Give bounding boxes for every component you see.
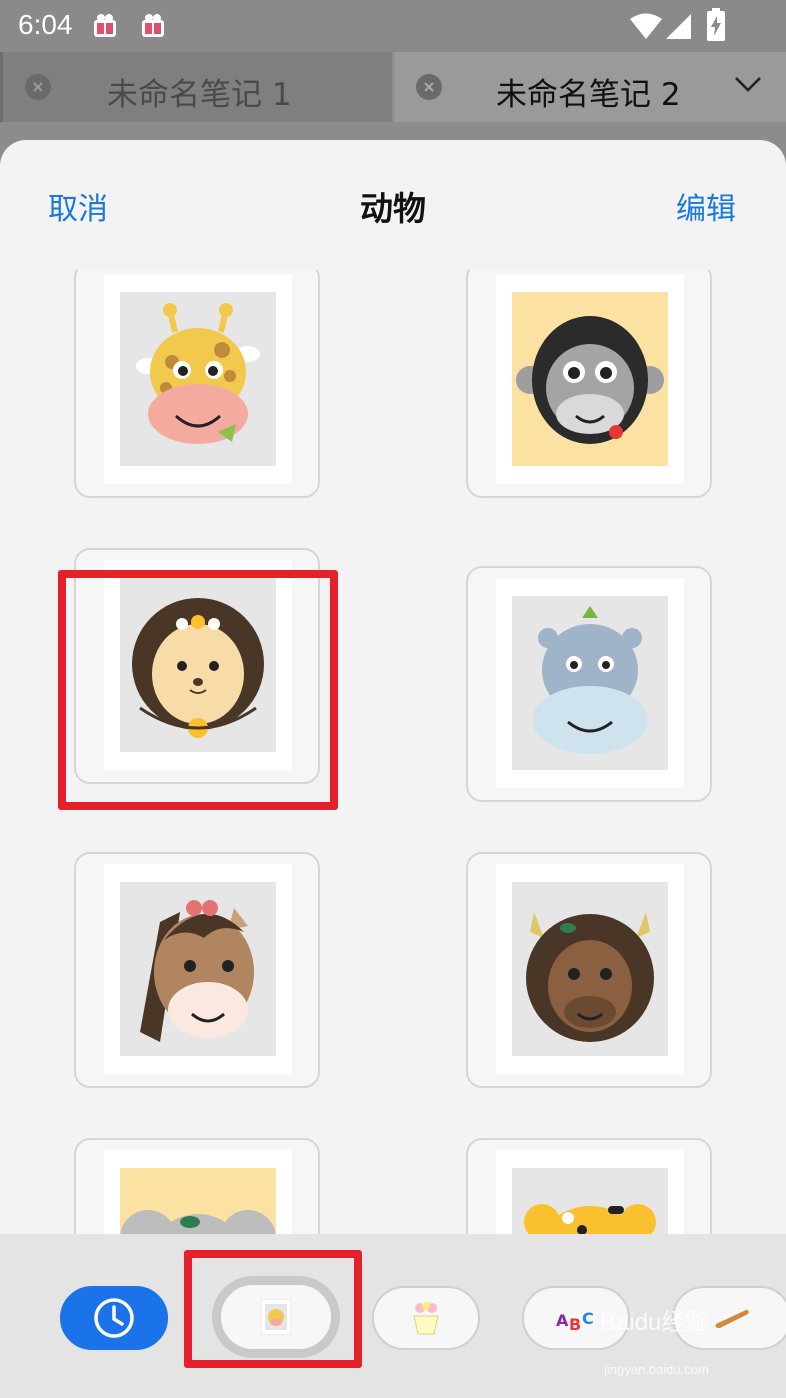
svg-text:A: A bbox=[556, 1311, 569, 1330]
sheet-header: 取消 动物 编辑 bbox=[0, 140, 786, 270]
horse-sticker-image bbox=[120, 882, 276, 1056]
sticker-frame bbox=[496, 1150, 684, 1234]
sticker-frame bbox=[104, 1150, 292, 1234]
category-plants[interactable] bbox=[372, 1286, 480, 1350]
sticker-sheet: 取消 动物 编辑 A B C bbox=[0, 140, 786, 1398]
battery-charging-icon bbox=[707, 8, 725, 41]
clock-icon bbox=[94, 1298, 134, 1338]
sticker-frame bbox=[496, 864, 684, 1074]
close-icon[interactable] bbox=[25, 74, 51, 100]
sticker-frame bbox=[496, 578, 684, 788]
koala-sticker-image bbox=[120, 1168, 276, 1234]
status-time: 6:04 bbox=[18, 9, 73, 40]
sticker-horse[interactable] bbox=[74, 852, 320, 1088]
leopard-sticker-image bbox=[512, 1168, 668, 1234]
sticker-grid bbox=[0, 270, 786, 1234]
status-bar: 6:04 bbox=[0, 0, 786, 52]
sticker-frame bbox=[496, 274, 684, 484]
sticker-koala[interactable] bbox=[74, 1138, 320, 1234]
signal-icon bbox=[666, 14, 691, 39]
sticker-gorilla[interactable] bbox=[466, 270, 712, 498]
sheet-title: 动物 bbox=[360, 189, 426, 228]
tab-title: 未命名笔记 1 bbox=[107, 77, 292, 113]
watermark: Baidu经验 bbox=[600, 1309, 710, 1336]
watermark-url: jingyan.baidu.com bbox=[604, 1362, 709, 1377]
highlight-box bbox=[184, 1250, 362, 1368]
edit-button[interactable]: 编辑 bbox=[676, 184, 736, 228]
gift-notification-icon bbox=[94, 14, 116, 37]
bison-sticker-image bbox=[512, 882, 668, 1056]
sticker-leopard[interactable] bbox=[466, 1138, 712, 1234]
gorilla-sticker-image bbox=[512, 292, 668, 466]
sticker-hippo[interactable] bbox=[466, 566, 712, 802]
svg-text:B: B bbox=[569, 1315, 581, 1334]
sticker-giraffe[interactable] bbox=[74, 270, 320, 498]
sticker-frame bbox=[104, 274, 292, 484]
chevron-down-icon[interactable] bbox=[734, 74, 762, 94]
tab-title: 未命名笔记 2 bbox=[496, 77, 681, 113]
bread-icon bbox=[715, 1310, 749, 1328]
hippo-sticker-image bbox=[512, 596, 668, 770]
close-icon[interactable] bbox=[416, 74, 442, 100]
sticker-frame bbox=[104, 864, 292, 1074]
highlight-box bbox=[58, 570, 338, 810]
note-tab-bar: 未命名笔记 1 未命名笔记 2 bbox=[0, 52, 786, 122]
gift-notification-icon bbox=[142, 14, 164, 37]
tab-note-1[interactable]: 未命名笔记 1 bbox=[0, 52, 392, 122]
tab-note-2[interactable]: 未命名笔记 2 bbox=[394, 52, 786, 122]
wifi-icon bbox=[630, 13, 662, 39]
giraffe-sticker-image bbox=[120, 292, 276, 466]
flower-pot-icon bbox=[413, 1302, 439, 1335]
sticker-bison[interactable] bbox=[466, 852, 712, 1088]
svg-text:C: C bbox=[582, 1309, 594, 1328]
abc-icon: A B C bbox=[556, 1309, 594, 1334]
category-recent[interactable] bbox=[60, 1286, 168, 1350]
